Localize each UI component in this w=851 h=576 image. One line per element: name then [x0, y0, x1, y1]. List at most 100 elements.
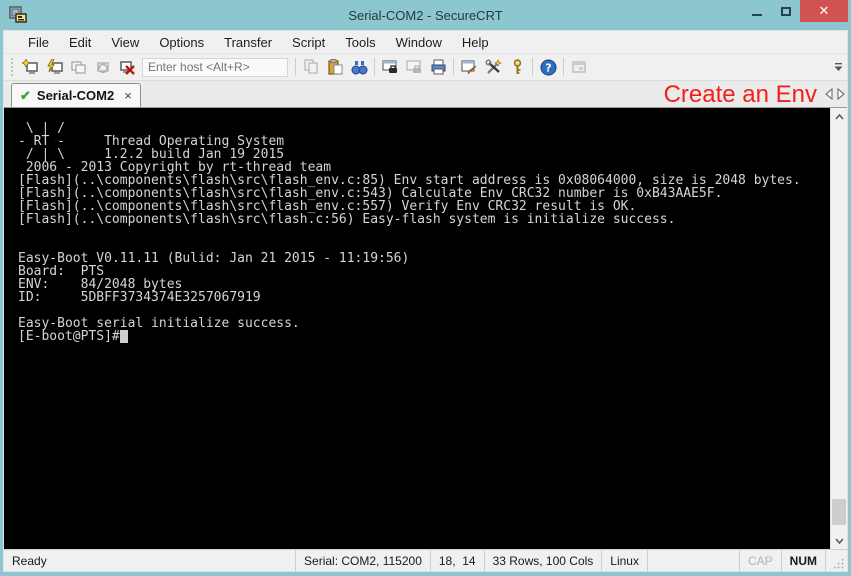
menu-item[interactable]: Tools — [335, 32, 385, 53]
scroll-up-icon — [835, 114, 844, 120]
toolbar-separator — [563, 58, 564, 76]
svg-text:?: ? — [545, 61, 551, 74]
toolbar-overflow-button[interactable] — [831, 58, 845, 76]
log-session-icon — [382, 59, 399, 76]
scrollbar-track[interactable] — [831, 125, 847, 532]
global-options-button[interactable] — [481, 56, 505, 78]
new-window-icon — [571, 59, 588, 76]
status-emulation: Linux — [601, 550, 647, 571]
reconnect-button[interactable] — [90, 56, 114, 78]
connect-tab-icon — [70, 59, 87, 76]
menu-item[interactable]: Script — [282, 32, 335, 53]
key-agent-button[interactable] — [505, 56, 529, 78]
terminal-line: Easy-Boot serial initialize success. — [18, 317, 830, 330]
tab-close-icon[interactable]: × — [120, 88, 132, 103]
copy-icon — [303, 59, 319, 75]
toolbar-separator — [532, 58, 533, 76]
menu-item[interactable]: Help — [452, 32, 499, 53]
menu-item[interactable]: View — [101, 32, 149, 53]
paste-icon — [327, 59, 343, 75]
tab-scroll-right-icon[interactable] — [836, 88, 845, 100]
toolbar: ? — [4, 54, 847, 81]
find-icon — [351, 59, 368, 76]
tab-bar: ✔ Serial-COM2 × Create an Env — [4, 81, 847, 108]
quick-connect-button[interactable] — [42, 56, 66, 78]
paste-button[interactable] — [323, 56, 347, 78]
window-title: Serial-COM2 - SecureCRT — [0, 8, 851, 23]
toolbar-separator — [374, 58, 375, 76]
print-button[interactable] — [426, 56, 450, 78]
title-bar[interactable]: Serial-COM2 - SecureCRT ✕ — [0, 0, 851, 30]
menu-item[interactable]: Options — [149, 32, 214, 53]
maximize-button[interactable] — [771, 0, 800, 22]
connect-in-tab-button[interactable] — [66, 56, 90, 78]
help-button[interactable]: ? — [536, 56, 560, 78]
tab-serial-com2[interactable]: ✔ Serial-COM2 × — [11, 83, 141, 107]
menu-item[interactable]: Edit — [59, 32, 101, 53]
close-icon: ✕ — [819, 3, 830, 19]
menu-bar: FileEditViewOptionsTransferScriptToolsWi… — [4, 31, 847, 54]
minimize-button[interactable] — [742, 0, 771, 22]
terminal-line: Easy-Boot V0.11.11 (Bulid: Jan 21 2015 -… — [18, 252, 830, 265]
terminal-cursor — [120, 330, 128, 343]
copy-button[interactable] — [299, 56, 323, 78]
menu-item[interactable]: File — [18, 32, 59, 53]
annotation-text: Create an Env — [664, 81, 817, 109]
app-icon[interactable] — [9, 6, 27, 24]
raw-log-session-button[interactable] — [402, 56, 426, 78]
status-caps-lock: CAP — [739, 550, 781, 571]
menu-item[interactable]: Window — [386, 32, 452, 53]
host-input[interactable] — [142, 58, 288, 77]
resize-grip-icon — [834, 559, 844, 569]
print-icon — [430, 59, 447, 76]
disconnect-icon — [118, 59, 135, 76]
scroll-down-icon — [835, 538, 844, 544]
toolbar-separator — [295, 58, 296, 76]
status-serial: Serial: COM2, 115200 — [295, 550, 430, 571]
status-ready: Ready — [4, 550, 295, 571]
connect-icon — [22, 59, 39, 76]
menu-item[interactable]: Transfer — [214, 32, 282, 53]
scroll-down-button[interactable] — [831, 532, 847, 549]
status-bar: Ready Serial: COM2, 115200 18, 14 33 Row… — [4, 549, 847, 571]
reconnect-icon — [94, 59, 111, 76]
terminal-line — [18, 109, 830, 122]
status-terminal-size: 33 Rows, 100 Cols — [484, 550, 602, 571]
quick-connect-icon — [46, 59, 63, 76]
disconnect-button[interactable] — [114, 56, 138, 78]
toolbar-grip[interactable] — [11, 58, 15, 76]
key-agent-icon — [509, 59, 526, 76]
log-session-button[interactable] — [378, 56, 402, 78]
prompt-text: [E-boot@PTS]# — [18, 329, 120, 344]
scroll-up-button[interactable] — [831, 108, 847, 125]
scrollbar-thumb[interactable] — [832, 499, 846, 525]
tab-scroll-left-icon[interactable] — [825, 88, 834, 100]
maximize-icon — [781, 7, 791, 16]
terminal-screen[interactable]: \ | /- RT - Thread Operating System / | … — [4, 108, 830, 549]
close-button[interactable]: ✕ — [800, 0, 848, 22]
toolbar-overflow-icon — [834, 63, 843, 72]
status-cursor-position: 18, 14 — [430, 550, 484, 571]
toolbar-separator — [453, 58, 454, 76]
terminal-line — [18, 226, 830, 239]
resize-grip[interactable] — [825, 550, 847, 571]
connect-button[interactable] — [18, 56, 42, 78]
connected-check-icon: ✔ — [20, 88, 31, 104]
terminal-line: ID: 5DBFF3734374E3257067919 — [18, 291, 830, 304]
terminal-output: \ | /- RT - Thread Operating System / | … — [18, 109, 830, 330]
global-options-icon — [485, 59, 502, 76]
tab-label: Serial-COM2 — [37, 88, 114, 103]
find-button[interactable] — [347, 56, 371, 78]
status-spacer — [647, 550, 739, 571]
prompt-line: [E-boot@PTS]# — [18, 330, 830, 343]
window-panel: FileEditViewOptionsTransferScriptToolsWi… — [3, 30, 848, 572]
vertical-scrollbar[interactable] — [830, 108, 847, 549]
terminal-line: [Flash](..\components\flash\src\flash.c:… — [18, 213, 830, 226]
session-options-button[interactable] — [457, 56, 481, 78]
securecrt-window: Serial-COM2 - SecureCRT ✕ FileEditViewOp… — [0, 0, 851, 576]
minimize-icon — [752, 14, 762, 16]
raw-log-icon — [406, 59, 423, 76]
status-num-lock: NUM — [781, 550, 825, 571]
help-icon: ? — [540, 59, 557, 76]
new-window-button[interactable] — [567, 56, 591, 78]
